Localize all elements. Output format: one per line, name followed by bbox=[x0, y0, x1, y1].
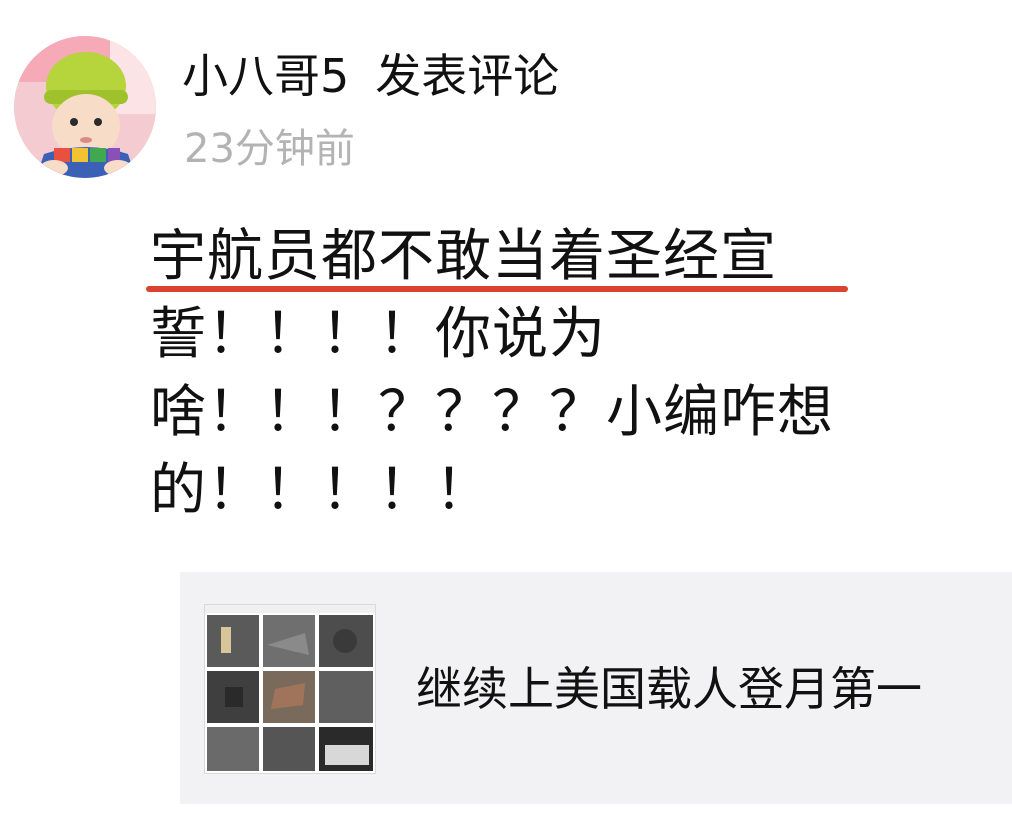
comment-body: 宇航员都不敢当着圣经宣 誓！！！！你说为 啥！！！？？？？小编咋想 的！！！！！ bbox=[150, 218, 930, 530]
baby-avatar-image bbox=[14, 36, 156, 178]
comment-line: 誓！！！！你说为 bbox=[150, 302, 606, 367]
article-thumbnail bbox=[204, 604, 376, 774]
comment-line: 宇航员都不敢当着圣经宣 bbox=[150, 224, 777, 289]
shared-article-card[interactable]: 继续上美国载人登月第一 bbox=[180, 572, 1012, 804]
highlight-underline bbox=[146, 286, 848, 292]
shared-article-title[interactable]: 继续上美国载人登月第一 bbox=[416, 658, 922, 720]
post-timestamp: 23分钟前 bbox=[184, 126, 355, 172]
author-name[interactable]: 小八哥5 bbox=[182, 49, 349, 103]
comment-line: 的！！！！！ bbox=[150, 458, 492, 523]
post-action-text: 发表评论 bbox=[375, 49, 560, 103]
author-avatar[interactable] bbox=[14, 36, 156, 178]
comment-line: 啥！！！？？？？小编咋想 bbox=[150, 380, 834, 445]
moon-photo-grid-image bbox=[205, 605, 375, 773]
post-header: 小八哥5 发表评论 bbox=[182, 44, 559, 108]
